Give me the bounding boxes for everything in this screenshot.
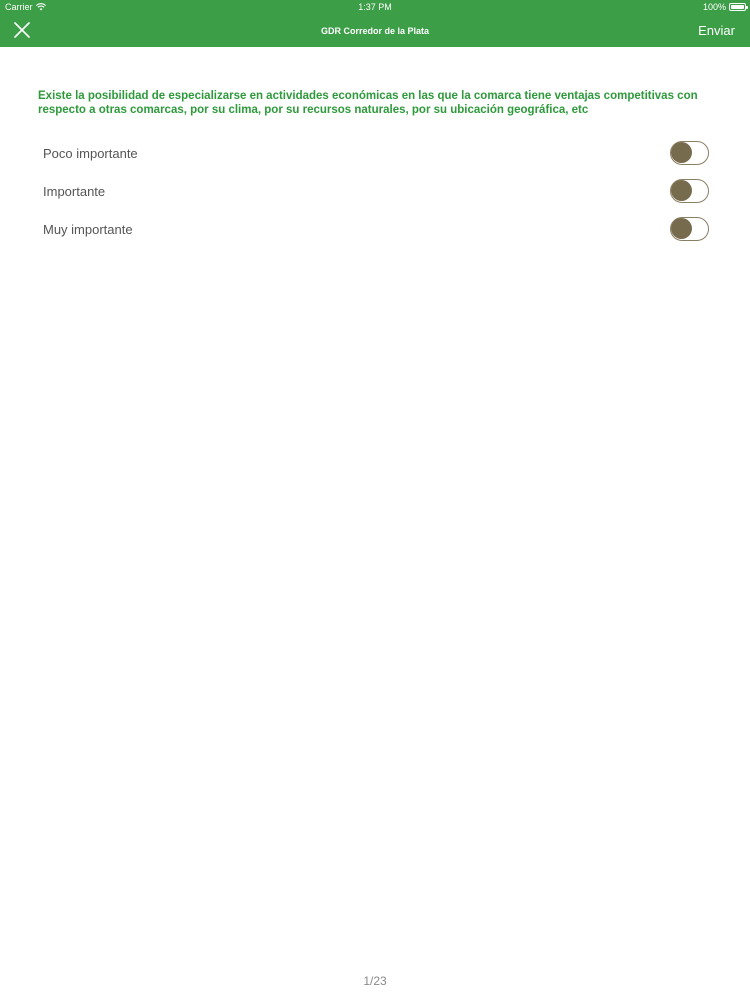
option-row-muy-importante: Muy importante [43, 217, 709, 241]
nav-bar: Carrier 1:37 PM 100% GDR Corredor de la … [0, 0, 750, 47]
battery-icon [729, 3, 748, 11]
toggle-knob [671, 142, 692, 163]
toggle-switch[interactable] [670, 141, 709, 165]
option-label: Muy importante [43, 221, 133, 237]
toggle-switch[interactable] [670, 217, 709, 241]
status-battery: 100% [702, 2, 748, 12]
battery-label: 100% [702, 2, 726, 12]
toggle-switch[interactable] [670, 179, 709, 203]
page-indicator: 1/23 [363, 974, 387, 988]
toggle-knob [671, 218, 692, 239]
option-row-poco-importante: Poco importante [43, 141, 709, 165]
question-text: Existe la posibilidad de especializarse … [38, 90, 698, 116]
option-label: Poco importante [43, 145, 138, 161]
option-label: Importante [43, 183, 106, 199]
send-button[interactable]: Enviar [698, 23, 735, 38]
option-row-importante: Importante [43, 179, 709, 203]
page-title: GDR Corredor de la Plata [320, 26, 430, 36]
status-time: 1:37 PM [358, 2, 392, 12]
toggle-knob [671, 180, 692, 201]
status-bar: Carrier 1:37 PM 100% [0, 0, 750, 14]
